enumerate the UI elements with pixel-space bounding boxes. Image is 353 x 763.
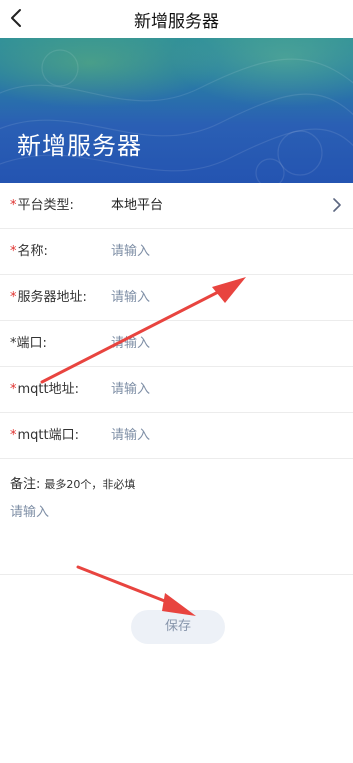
mqtt-address-label: *mqtt地址:	[10, 382, 79, 397]
remark-label: 备注: 最多20个，非必填	[10, 477, 136, 492]
name-label: *名称:	[10, 244, 48, 259]
platform-type-value[interactable]: 本地平台	[111, 183, 163, 228]
server-address-input[interactable]: 请输入	[111, 275, 150, 320]
form-row-server-address: *服务器地址: 请输入	[0, 275, 353, 321]
banner-pattern	[0, 49, 353, 183]
port-label: *端口:	[10, 336, 47, 351]
save-button[interactable]: 保存	[131, 610, 225, 644]
required-mark: *	[10, 290, 17, 305]
mqtt-port-label: *mqtt端口:	[10, 428, 79, 443]
banner-heading: 新增服务器	[17, 132, 142, 160]
name-input[interactable]: 请输入	[111, 229, 150, 274]
mqtt-address-input[interactable]: 请输入	[111, 367, 150, 412]
header-banner: 新增服务器	[0, 38, 353, 183]
form-row-remark: 备注: 最多20个，非必填 请输入	[0, 459, 353, 575]
server-form: *平台类型: 本地平台 *名称: 请输入 *服务器地址: 请输入 *端口: 请输…	[0, 183, 353, 575]
required-mark: *	[10, 428, 17, 443]
form-row-mqtt-port: *mqtt端口: 请输入	[0, 413, 353, 459]
server-address-label: *服务器地址:	[10, 290, 87, 305]
remark-textarea[interactable]: 请输入	[10, 501, 49, 520]
required-mark: *	[10, 382, 17, 397]
form-row-mqtt-address: *mqtt地址: 请输入	[0, 367, 353, 413]
remark-hint: 最多20个，非必填	[44, 478, 136, 491]
form-row-port: *端口: 请输入	[0, 321, 353, 367]
required-mark: *	[10, 198, 17, 213]
form-row-platform-type[interactable]: *平台类型: 本地平台	[0, 183, 353, 229]
top-navigation-bar: 新增服务器	[0, 0, 353, 38]
chevron-right-icon[interactable]	[332, 198, 342, 212]
required-mark: *	[10, 244, 17, 259]
page-title: 新增服务器	[134, 12, 219, 32]
port-input[interactable]: 请输入	[111, 321, 150, 366]
platform-type-label: *平台类型:	[10, 198, 74, 213]
form-row-name: *名称: 请输入	[0, 229, 353, 275]
mqtt-port-input[interactable]: 请输入	[111, 413, 150, 458]
